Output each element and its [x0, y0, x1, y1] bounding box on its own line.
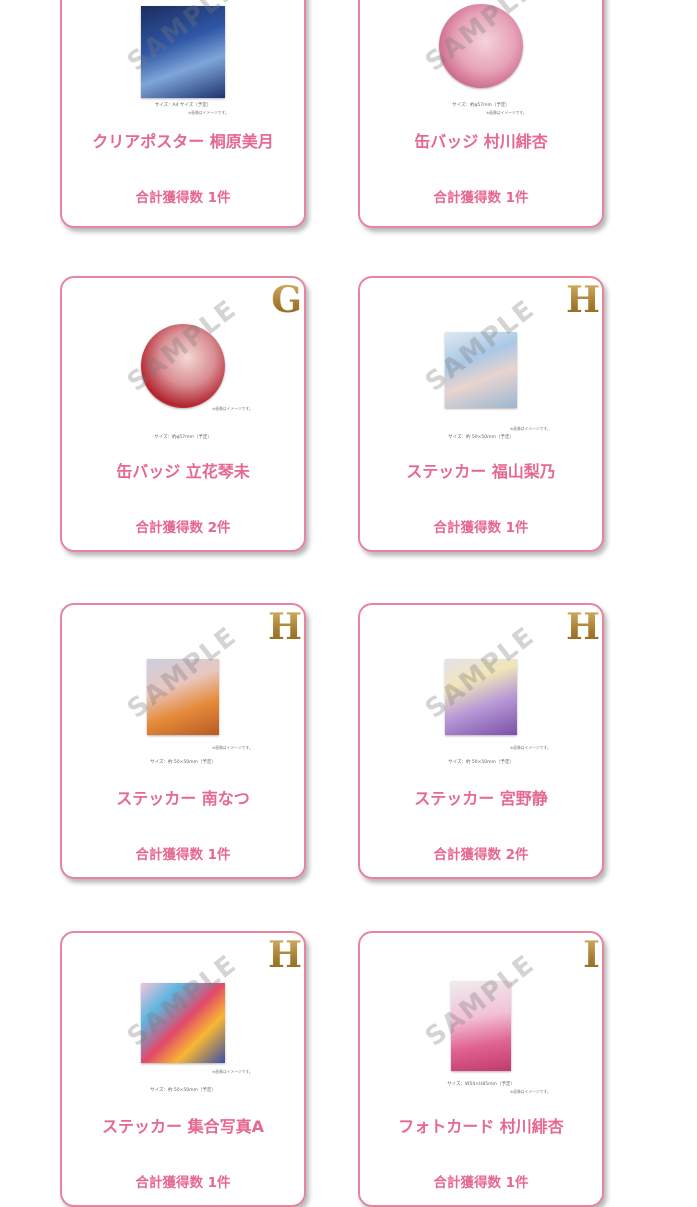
grade-letter: H	[267, 606, 302, 648]
prize-count: 合計獲得数 2件	[135, 520, 231, 536]
image-note: ※画像はイメージです。	[212, 406, 253, 411]
grade-letter: I	[583, 934, 600, 976]
prize-title: 缶バッジ 立花琴未	[116, 462, 250, 481]
prize-count: 合計獲得数 1件	[135, 847, 231, 863]
size-note: サイズ：W54×H85mm（予定）	[447, 1082, 515, 1087]
prize-title: ステッカー 福山梨乃	[406, 462, 556, 481]
prize-count: 合計獲得数 1件	[433, 520, 529, 536]
image-note: ※画像はイメージです。	[510, 1089, 551, 1094]
prize-title: クリアポスター 桐原美月	[92, 132, 274, 151]
prize-title: 缶バッジ 村川緋杏	[414, 132, 548, 151]
image-note: ※画像はイメージです。	[212, 1069, 253, 1074]
prize-card[interactable]: H SAMPLE ※画像はイメージです。 サイズ：約 50×50mm（予定） ス…	[60, 603, 306, 879]
prize-title: ステッカー 南なつ	[116, 789, 250, 808]
size-note: サイズ：約 50×50mm（予定）	[150, 1088, 216, 1093]
grade-letter: G	[271, 279, 302, 321]
prize-card[interactable]: H SAMPLE ※画像はイメージです。 サイズ：約 50×50mm（予定） ス…	[60, 931, 306, 1207]
prize-count: 合計獲得数 1件	[433, 1175, 529, 1191]
prize-card[interactable]: SAMPLE サイズ：A4 サイズ（予定） ※画像はイメージです。 クリアポスタ…	[60, 0, 306, 228]
image-note: ※画像はイメージです。	[212, 745, 253, 750]
image-note: ※画像はイメージです。	[510, 426, 551, 431]
grade-letter: H	[565, 279, 600, 321]
prize-card[interactable]: I SAMPLE サイズ：W54×H85mm（予定） ※画像はイメージです。 フ…	[358, 931, 604, 1207]
prize-card[interactable]: H SAMPLE ※画像はイメージです。 サイズ：約 50×50mm（予定） ス…	[358, 603, 604, 879]
prize-count: 合計獲得数 1件	[135, 190, 231, 206]
size-note: サイズ：約φ57mm（予定）	[154, 435, 212, 440]
prize-count: 合計獲得数 1件	[135, 1175, 231, 1191]
size-note: サイズ：約 50×50mm（予定）	[448, 760, 514, 765]
size-note: サイズ：約 50×50mm（予定）	[448, 435, 514, 440]
prize-count: 合計獲得数 1件	[433, 190, 529, 206]
image-note: ※画像はイメージです。	[188, 110, 229, 115]
prize-count: 合計獲得数 2件	[433, 847, 529, 863]
prize-card[interactable]: G SAMPLE ※画像はイメージです。 サイズ：約φ57mm（予定） 缶バッジ…	[60, 276, 306, 552]
image-note: ※画像はイメージです。	[510, 745, 551, 750]
image-note: ※画像はイメージです。	[486, 110, 527, 115]
prize-card[interactable]: SAMPLE サイズ：約φ57mm（予定） ※画像はイメージです。 缶バッジ 村…	[358, 0, 604, 228]
prize-title: ステッカー 宮野静	[414, 789, 548, 808]
grade-letter: H	[267, 934, 302, 976]
size-note: サイズ：約 50×50mm（予定）	[150, 760, 216, 765]
prize-title: ステッカー 集合写真A	[102, 1117, 264, 1136]
prize-card[interactable]: H SAMPLE ※画像はイメージです。 サイズ：約 50×50mm（予定） ス…	[358, 276, 604, 552]
size-note: サイズ：約φ57mm（予定）	[452, 103, 510, 108]
grade-letter: H	[565, 606, 600, 648]
prize-title: フォトカード 村川緋杏	[398, 1117, 564, 1136]
size-note: サイズ：A4 サイズ（予定）	[154, 103, 212, 108]
